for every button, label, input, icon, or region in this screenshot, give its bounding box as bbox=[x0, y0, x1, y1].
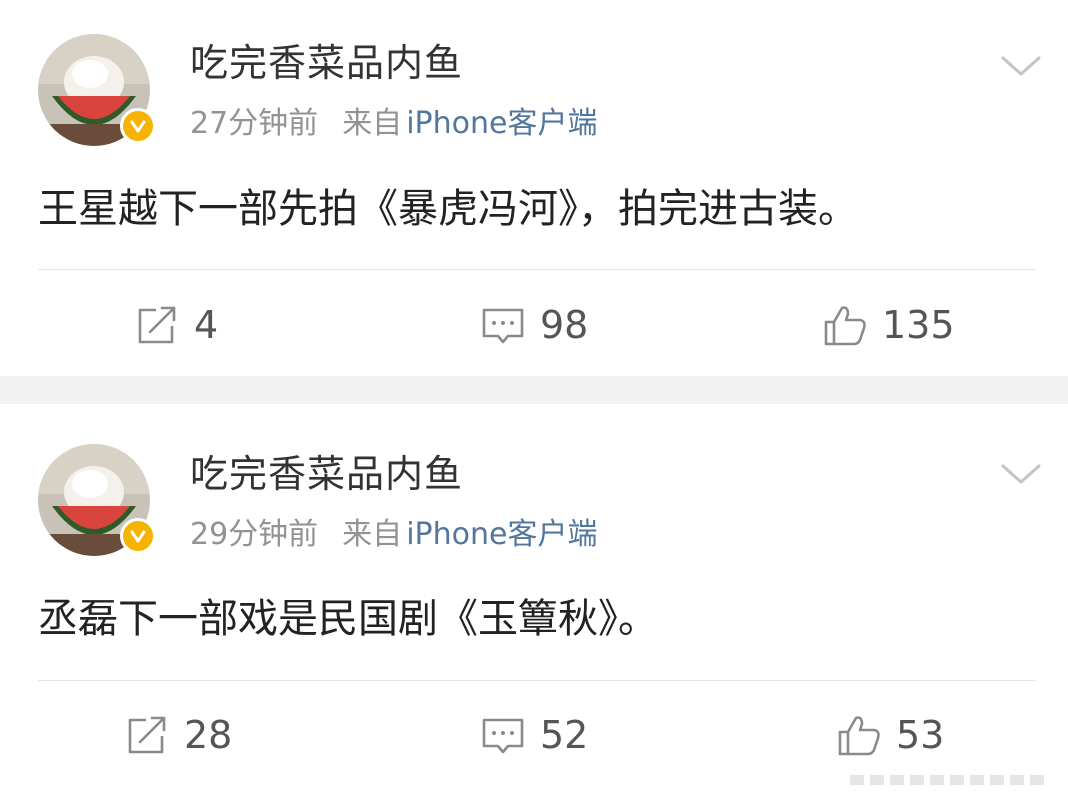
more-options-button[interactable] bbox=[1000, 460, 1042, 488]
source-prefix: 来自 bbox=[342, 517, 403, 552]
source-link[interactable]: iPhone客户端 bbox=[406, 517, 597, 552]
post-meta: 29分钟前 来自 iPhone客户端 bbox=[190, 515, 597, 555]
comment-icon bbox=[482, 718, 524, 754]
repost-button[interactable]: 28 bbox=[124, 700, 232, 770]
like-count: 53 bbox=[896, 713, 945, 757]
verified-badge-icon bbox=[120, 518, 156, 554]
avatar[interactable] bbox=[38, 444, 156, 556]
divider bbox=[38, 680, 1036, 681]
thumbs-up-icon bbox=[838, 716, 880, 756]
post-time: 29分钟前 bbox=[190, 517, 319, 552]
chevron-down-icon bbox=[1001, 464, 1041, 484]
repost-icon bbox=[128, 716, 166, 754]
comment-button[interactable]: 52 bbox=[480, 700, 588, 770]
comment-count: 52 bbox=[540, 713, 589, 757]
post-text: 丞磊下一部戏是民国剧《玉簟秋》。 bbox=[38, 596, 658, 642]
username[interactable]: 吃完香菜品内鱼 bbox=[190, 451, 463, 497]
action-bar: 28 52 53 bbox=[0, 700, 1068, 770]
like-button[interactable]: 53 bbox=[836, 700, 944, 770]
repost-count: 28 bbox=[184, 713, 233, 757]
